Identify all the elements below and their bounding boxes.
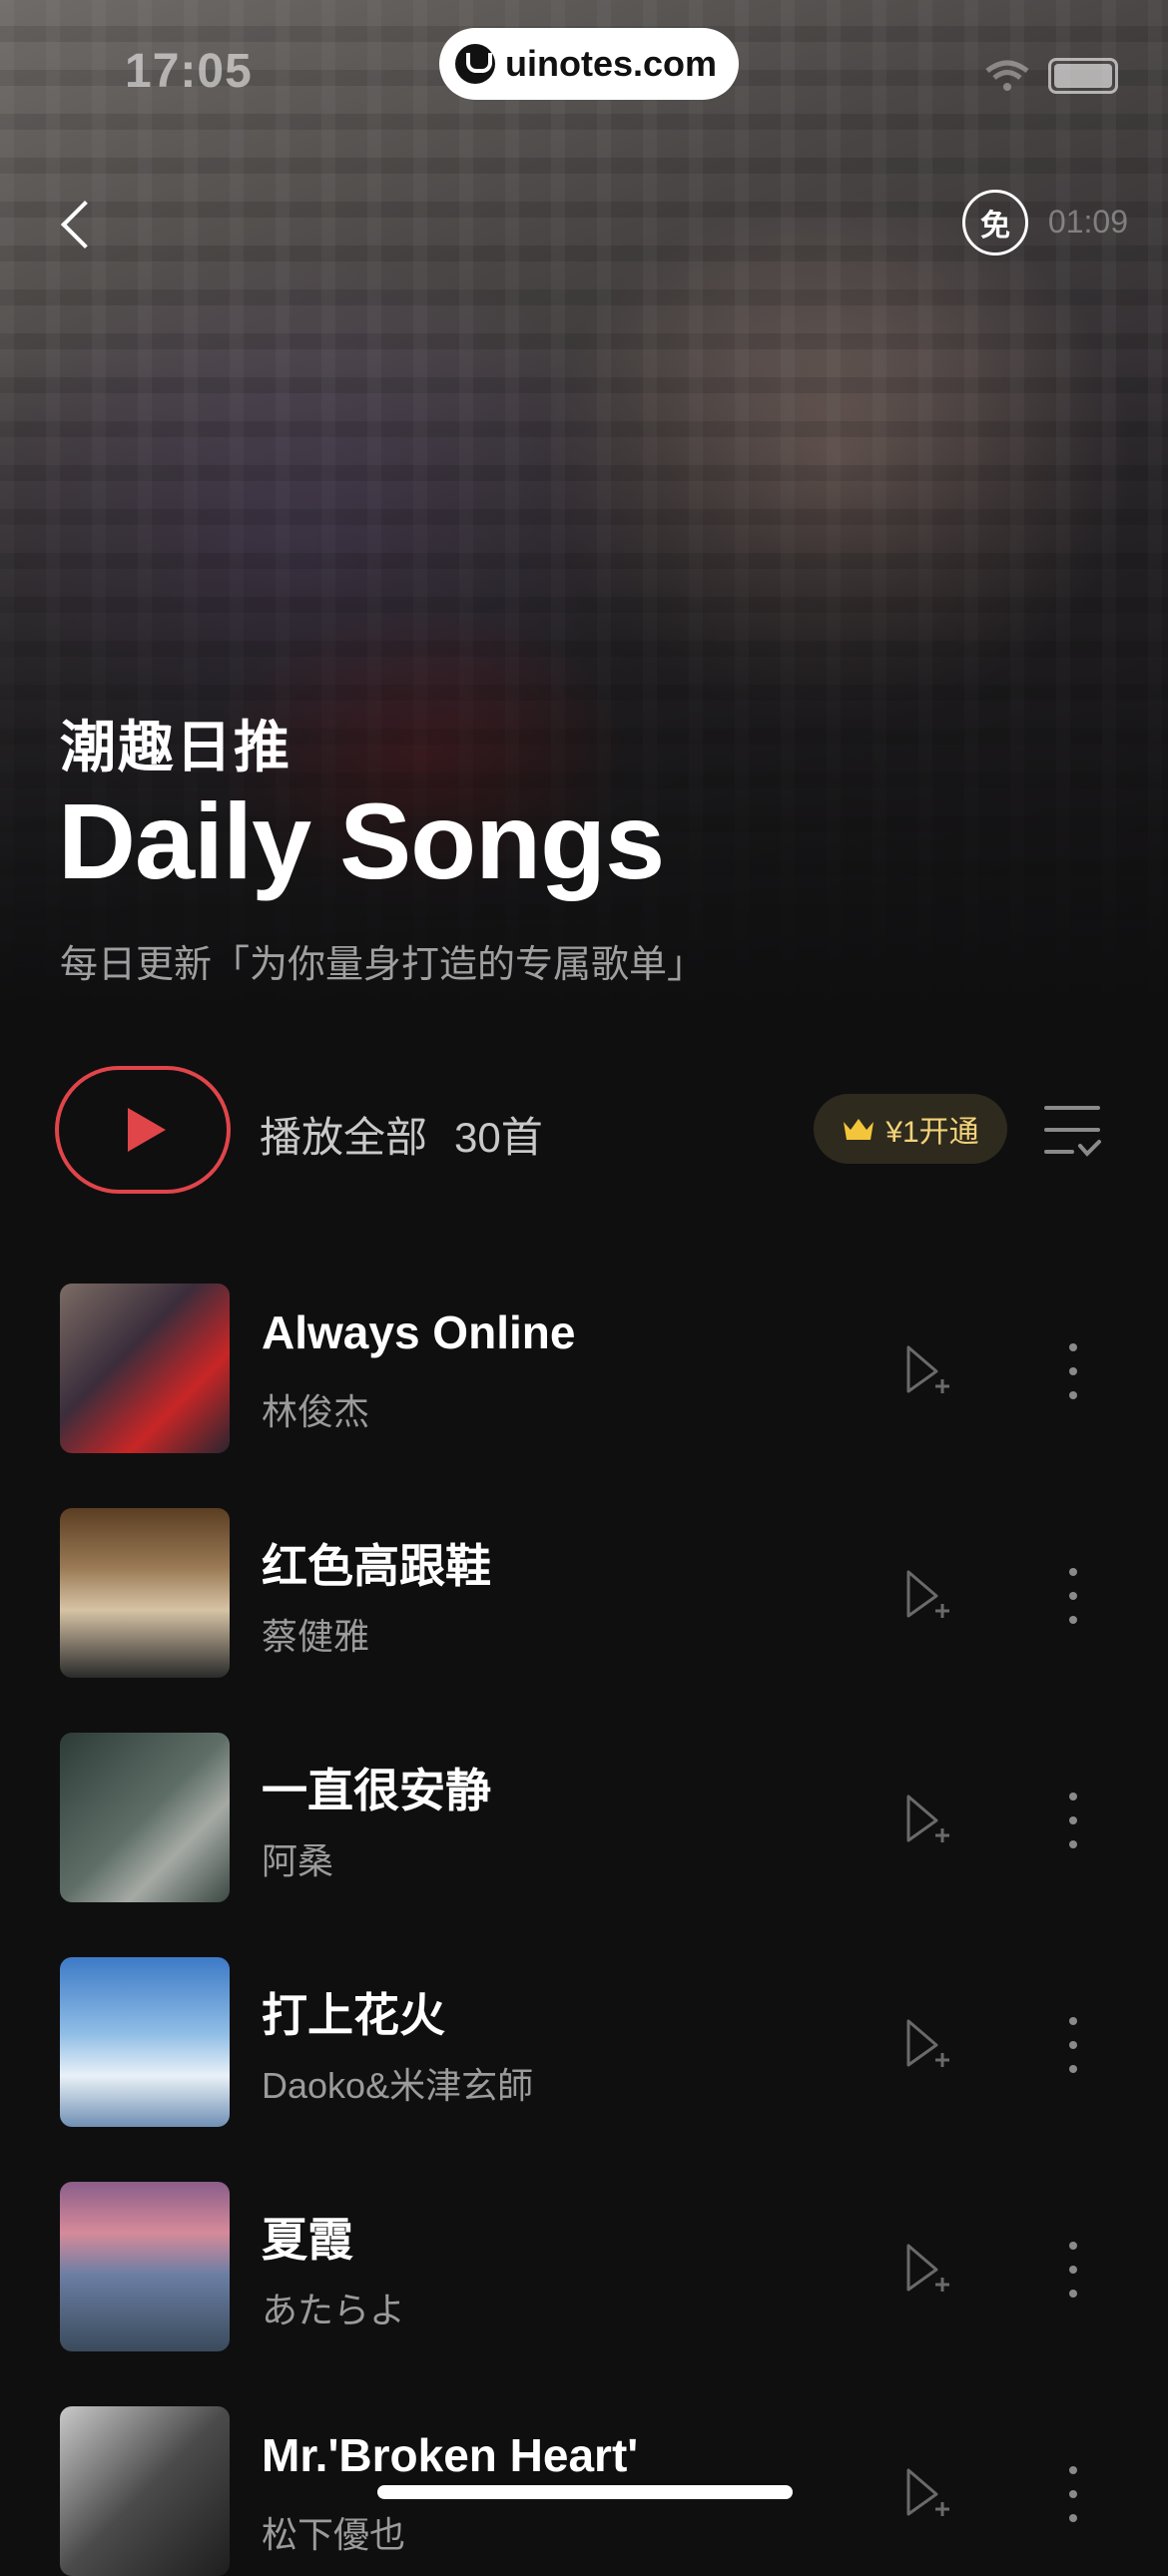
album-cover [60, 1284, 230, 1453]
more-icon[interactable] [1058, 1343, 1088, 1399]
back-button[interactable] [50, 190, 110, 259]
add-to-playlist-icon[interactable] [900, 2464, 956, 2520]
free-icon[interactable]: 免 [962, 190, 1028, 256]
hero-title-cn: 潮趣日推 [60, 716, 292, 778]
add-to-playlist-icon[interactable] [900, 2015, 956, 2071]
album-cover [60, 2182, 230, 2351]
home-indicator[interactable] [377, 2485, 793, 2499]
watermark-badge: uinotes.com [439, 28, 740, 100]
play-icon [128, 1108, 166, 1152]
play-all-label[interactable]: 播放全部 [260, 1104, 427, 1165]
album-cover [60, 2406, 230, 2576]
crown-icon [842, 1116, 876, 1142]
song-title: 夏霞 [262, 2214, 353, 2266]
song-artist: あたらよ [262, 2290, 406, 2330]
song-count: 30首 [454, 1114, 543, 1161]
song-artist: 松下優也 [262, 2514, 406, 2555]
vip-open-button[interactable]: ¥1开通 [814, 1094, 1007, 1164]
hero-title-en: Daily Songs [58, 780, 665, 901]
status-time: 17:05 [125, 45, 253, 98]
wifi-icon [985, 60, 1029, 91]
song-row[interactable]: 红色高跟鞋 蔡健雅 [0, 1508, 1168, 1678]
album-cover [60, 1508, 230, 1678]
add-to-playlist-icon[interactable] [900, 1791, 956, 1846]
add-to-playlist-icon[interactable] [900, 1341, 956, 1397]
song-artist: 阿桑 [262, 1840, 334, 1881]
add-to-playlist-icon[interactable] [900, 1566, 956, 1622]
more-icon[interactable] [1058, 1793, 1088, 1848]
song-row[interactable]: 夏霞 あたらよ [0, 2182, 1168, 2351]
song-title: Mr.'Broken Heart' [262, 2429, 639, 2481]
battery-icon [1048, 58, 1118, 94]
song-artist: 林俊杰 [262, 1391, 370, 1432]
more-icon[interactable] [1058, 1568, 1088, 1624]
watermark-text: uinotes.com [505, 43, 718, 84]
song-artist: Daoko&米津玄師 [262, 2065, 534, 2106]
vip-label: ¥1开通 [885, 1116, 979, 1149]
status-icons [984, 58, 1118, 94]
song-title: 红色高跟鞋 [262, 1540, 491, 1592]
song-title: 一直很安静 [262, 1765, 491, 1816]
hero-subtitle: 每日更新「为你量身打造的专属歌单」 [60, 944, 706, 986]
play-all-button[interactable] [55, 1066, 231, 1194]
more-icon[interactable] [1058, 2242, 1088, 2298]
more-icon[interactable] [1058, 2466, 1088, 2522]
song-row[interactable]: 打上花火 Daoko&米津玄師 [0, 1957, 1168, 2127]
song-title: Always Online [262, 1306, 576, 1358]
song-row[interactable]: 一直很安静 阿桑 [0, 1733, 1168, 1902]
more-icon[interactable] [1058, 2017, 1088, 2073]
album-cover [60, 1957, 230, 2127]
album-cover [60, 1733, 230, 1902]
watermark-logo-icon [455, 44, 495, 84]
free-time: 01:09 [1047, 204, 1128, 240]
sort-icon[interactable] [1042, 1102, 1102, 1160]
song-title: 打上花火 [262, 1989, 445, 2041]
song-row[interactable]: Always Online 林俊杰 [0, 1284, 1168, 1453]
song-artist: 蔡健雅 [262, 1616, 370, 1657]
add-to-playlist-icon[interactable] [900, 2240, 956, 2296]
